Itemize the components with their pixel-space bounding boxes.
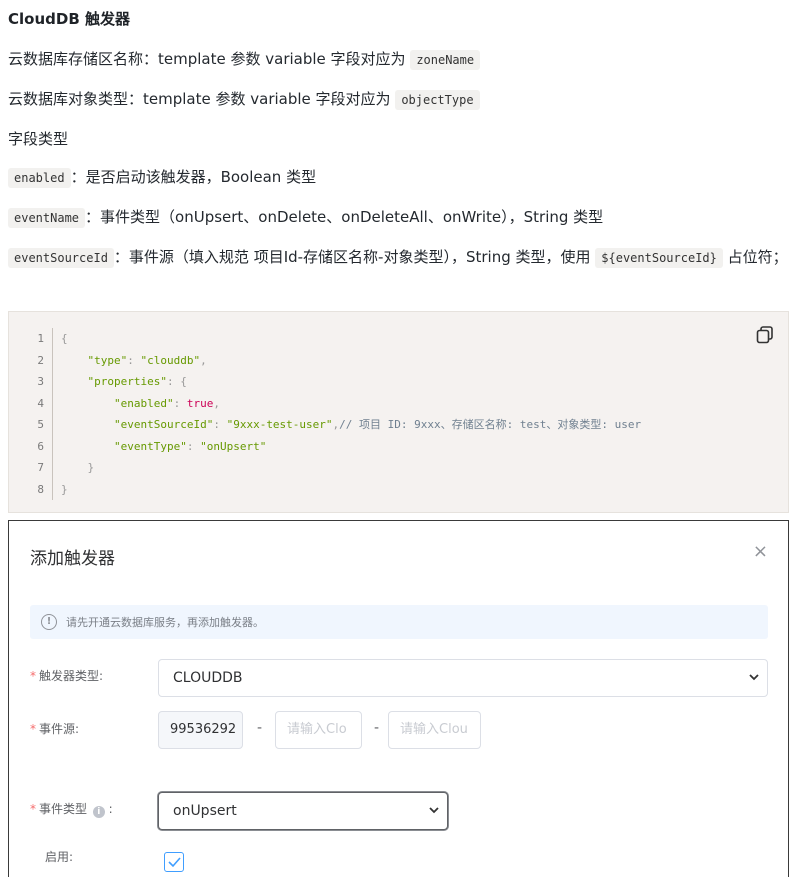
separator-dash: - <box>374 720 380 736</box>
info-alert: ! 请先开通云数据库服务，再添加触发器。 <box>30 605 768 639</box>
zone-name-code: zoneName <box>410 50 481 70</box>
code-line: "properties": { <box>87 375 187 388</box>
chevron-down-icon <box>749 674 759 681</box>
eventsource-code: eventSourceId <box>8 248 114 268</box>
trigger-type-select[interactable]: CLOUDDB <box>158 659 768 697</box>
eventname-code: eventName <box>8 208 86 228</box>
placeholder-code: ${eventSourceId} <box>595 248 723 268</box>
info-icon[interactable]: i <box>92 806 105 818</box>
code-line: } <box>61 482 68 496</box>
zone-name-input[interactable]: 请输入Clo <box>275 711 362 749</box>
object-type-code: objectType <box>395 90 480 110</box>
section-heading: CloudDB 触发器 <box>8 10 130 28</box>
enable-checkbox[interactable] <box>164 852 184 872</box>
enable-label: 启用: <box>45 850 74 864</box>
code-line: { <box>61 332 68 345</box>
line-number: 5 <box>37 418 44 431</box>
separator-dash: - <box>257 720 263 736</box>
code-block: 1 2 3 4 5 6 7 8 { "type": "clouddb", "pr… <box>8 311 789 513</box>
field-types-heading: 字段类型 <box>8 130 69 148</box>
line-number: 8 <box>37 482 44 496</box>
code-lines: { "type": "clouddb", "properties": { "en… <box>61 328 641 500</box>
code-line: "enabled": true, <box>113 396 220 410</box>
copy-icon[interactable] <box>756 326 774 344</box>
trigger-type-label: * 触发器类型: <box>30 669 104 683</box>
line-number: 1 <box>37 332 44 345</box>
code-line: "type": "clouddb", <box>87 353 207 367</box>
event-source-label: * 事件源: <box>30 722 80 736</box>
enabled-paragraph: enabled ：是否启动该触发器，Boolean 类型 <box>8 165 316 190</box>
event-type-label: * 事件类型 i : <box>30 802 113 818</box>
chevron-down-icon <box>429 807 439 814</box>
code-line: "eventType": "onUpsert" <box>113 439 267 453</box>
object-type-input[interactable]: 请输入Clou <box>388 711 481 749</box>
dialog-title: 添加触发器 <box>30 549 115 569</box>
alert-text: 请先开通云数据库服务，再添加触发器。 <box>66 616 264 629</box>
close-icon[interactable]: × <box>753 541 768 562</box>
eventsource-paragraph: eventSourceId ：事件源（填入规范 项目Id-存储区名称-对象类型），… <box>8 243 789 272</box>
line-number: 4 <box>37 396 44 410</box>
info-circle-icon: ! <box>41 614 57 630</box>
line-number: 2 <box>37 353 44 367</box>
line-number-gutter: 1 2 3 4 5 6 7 8 <box>9 328 53 500</box>
check-icon <box>168 857 181 868</box>
add-trigger-dialog: 添加触发器 × ! 请先开通云数据库服务，再添加触发器。 * 触发器类型: CLO… <box>8 520 789 877</box>
project-id-input[interactable]: 99536292 <box>158 711 243 749</box>
code-line: } <box>87 461 95 474</box>
line-number: 7 <box>37 461 44 474</box>
event-type-select[interactable]: onUpsert <box>158 792 448 830</box>
line-number: 6 <box>37 439 44 453</box>
eventname-paragraph: eventName ：事件类型（onUpsert、onDelete、onDelet… <box>8 205 603 230</box>
code-line: "eventSourceId": "9xxx-test-user",// 项目 … <box>113 418 642 431</box>
enabled-code: enabled <box>8 168 71 188</box>
zone-name-paragraph: 云数据库存储区名称：template 参数 variable 字段对应为 zon… <box>8 47 481 72</box>
object-type-paragraph: 云数据库对象类型：template 参数 variable 字段对应为 obje… <box>8 87 480 112</box>
line-number: 3 <box>37 375 44 388</box>
